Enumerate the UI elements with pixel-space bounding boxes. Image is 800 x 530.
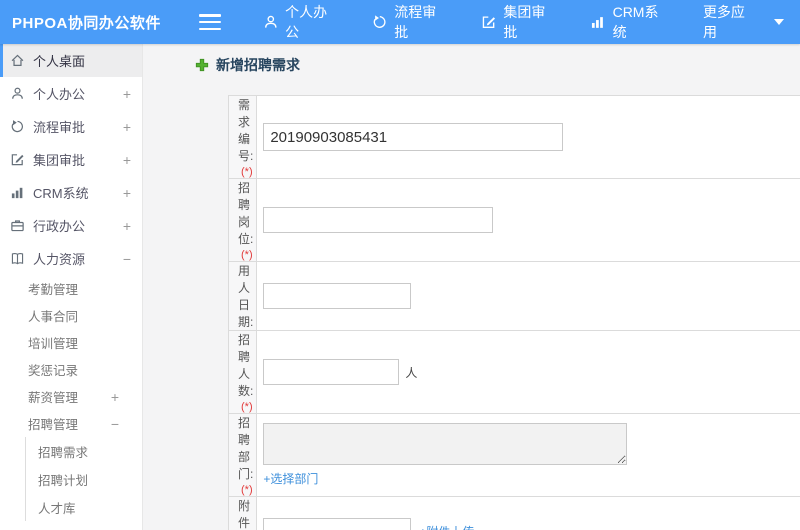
process-icon xyxy=(373,15,386,28)
briefcase-icon xyxy=(11,220,24,232)
field-label: 附件文档: xyxy=(238,499,251,530)
sidebar-item-label: 奖惩记录 xyxy=(28,364,79,378)
expand-plus-icon[interactable]: + xyxy=(123,119,131,135)
nav-label: 集团审批 xyxy=(503,4,546,40)
home-icon xyxy=(11,54,24,66)
sidebar-item-label: 培训管理 xyxy=(28,337,79,351)
expand-plus-icon[interactable]: + xyxy=(123,86,131,102)
sidebar-item-hr-contract[interactable]: 人事合同 xyxy=(0,302,142,329)
hire-date-input[interactable] xyxy=(263,283,412,309)
sidebar-item-label: 招聘管理 xyxy=(28,418,79,432)
main-content: 新增招聘需求 需求编号: (*) 招聘岗位: (*) 用人日期: 招聘人数: (*) … xyxy=(143,44,800,530)
sidebar-item-training[interactable]: 培训管理 xyxy=(0,329,142,356)
field-label: 招聘部门: xyxy=(238,416,254,481)
sidebar-item-label: CRM系统 xyxy=(33,186,89,201)
required-mark: (*) xyxy=(241,484,253,496)
sidebar-item-attendance[interactable]: 考勤管理 xyxy=(0,275,142,302)
nav-label: 个人办公 xyxy=(285,4,328,40)
expand-plus-icon[interactable]: + xyxy=(123,152,131,168)
form-row-demand-number: 需求编号: (*) xyxy=(227,95,800,179)
attachment-input[interactable] xyxy=(263,518,412,530)
nav-more-apps[interactable]: 更多应用 xyxy=(687,0,800,44)
upload-attachment-link[interactable]: +附件上传 xyxy=(419,523,474,530)
nav-personal-office[interactable]: 个人办公 xyxy=(247,0,356,44)
sidebar-item-salary[interactable]: 薪资管理 + xyxy=(0,383,142,410)
unit-suffix: 人 xyxy=(405,365,418,380)
edit-square-icon xyxy=(482,16,495,29)
book-icon xyxy=(11,253,24,265)
sidebar-item-label: 人事合同 xyxy=(28,310,79,324)
field-label: 招聘人数: xyxy=(238,333,254,398)
recruitment-form: 需求编号: (*) 招聘岗位: (*) 用人日期: 招聘人数: (*) 人 招聘部门:… xyxy=(227,95,800,530)
headcount-input[interactable] xyxy=(263,359,400,385)
expand-plus-icon[interactable]: + xyxy=(123,185,131,201)
field-label: 招聘岗位: xyxy=(238,181,254,246)
department-textarea[interactable] xyxy=(263,423,628,465)
chevron-down-icon xyxy=(774,19,784,25)
sidebar-item-personal-office[interactable]: 个人办公 + xyxy=(0,77,142,110)
sidebar-item-recruit-plan[interactable]: 招聘计划 xyxy=(26,465,142,493)
sidebar-item-label: 个人办公 xyxy=(33,87,86,102)
top-navigation: 个人办公 流程审批 集团审批 CRM系统 更多应用 xyxy=(247,0,800,44)
nav-label: 更多应用 xyxy=(702,4,745,40)
sidebar-item-label: 招聘需求 xyxy=(38,445,89,460)
nav-group-approval[interactable]: 集团审批 xyxy=(465,0,574,44)
sidebar-item-label: 薪资管理 xyxy=(28,391,79,405)
demand-number-input[interactable] xyxy=(263,123,564,151)
recruitment-submenu: 招聘需求 招聘计划 人才库 xyxy=(25,437,142,521)
sidebar-item-process-approval[interactable]: 流程审批 + xyxy=(0,110,142,143)
required-mark: (*) xyxy=(241,249,253,261)
bar-chart-icon xyxy=(591,17,603,28)
form-row-headcount: 招聘人数: (*) 人 xyxy=(227,330,800,414)
sidebar-item-label: 招聘计划 xyxy=(38,473,89,488)
expand-minus-icon[interactable]: − xyxy=(123,251,131,267)
nav-process-approval[interactable]: 流程审批 xyxy=(356,0,465,44)
page-title: 新增招聘需求 xyxy=(195,55,300,75)
required-mark: (*) xyxy=(241,166,253,178)
sidebar-item-admin-office[interactable]: 行政办公 + xyxy=(0,209,142,242)
sidebar-item-label: 集团审批 xyxy=(33,153,86,168)
position-input[interactable] xyxy=(263,207,494,233)
edit-square-icon xyxy=(11,154,24,166)
nav-label: 流程审批 xyxy=(394,4,437,40)
form-row-hire-date: 用人日期: xyxy=(227,261,800,331)
person-icon xyxy=(12,87,23,99)
sidebar-item-label: 人力资源 xyxy=(33,252,86,267)
sidebar-item-group-approval[interactable]: 集团审批 + xyxy=(0,143,142,176)
expand-plus-icon[interactable]: + xyxy=(111,389,119,405)
sidebar-item-talent-pool[interactable]: 人才库 xyxy=(26,493,142,521)
form-row-attachment: 附件文档: +附件上传 xyxy=(227,496,800,530)
sidebar-item-crm[interactable]: CRM系统 + xyxy=(0,176,142,209)
sidebar-item-label: 个人桌面 xyxy=(33,54,86,69)
form-row-position: 招聘岗位: (*) xyxy=(227,178,800,262)
field-label: 需求编号: xyxy=(238,98,254,163)
person-icon xyxy=(264,15,277,28)
sidebar-item-label: 行政办公 xyxy=(33,219,86,234)
process-icon xyxy=(11,120,23,133)
nav-crm-system[interactable]: CRM系统 xyxy=(574,0,687,44)
sidebar-item-label: 人才库 xyxy=(38,501,76,516)
sidebar-item-rewards[interactable]: 奖惩记录 xyxy=(0,356,142,383)
nav-label: CRM系统 xyxy=(612,4,659,40)
sidebar-item-human-resources[interactable]: 人力资源 − xyxy=(0,242,142,275)
bar-chart-icon xyxy=(11,187,23,199)
expand-plus-icon[interactable]: + xyxy=(123,218,131,234)
menu-icon[interactable] xyxy=(198,14,221,30)
form-row-department: 招聘部门: (*) +选择部门 xyxy=(227,413,800,497)
expand-minus-icon[interactable]: − xyxy=(111,416,119,432)
app-logo: PHPOA协同办公软件 xyxy=(12,14,161,32)
select-department-link[interactable]: +选择部门 xyxy=(263,470,318,487)
field-label: 用人日期: xyxy=(238,264,254,329)
sidebar-item-label: 考勤管理 xyxy=(28,283,79,297)
sidebar-item-recruit-demand[interactable]: 招聘需求 xyxy=(26,437,142,465)
sidebar-item-recruitment[interactable]: 招聘管理 − xyxy=(0,410,142,437)
required-mark: (*) xyxy=(241,401,253,413)
sidebar-item-personal-desktop[interactable]: 个人桌面 xyxy=(0,44,142,77)
sidebar: 个人桌面 个人办公 + 流程审批 + 集团审批 + CRM系统 + 行政办公 +… xyxy=(0,44,143,530)
top-header: PHPOA协同办公软件 个人办公 流程审批 集团审批 CRM系统 更多应用 xyxy=(0,0,800,44)
sidebar-item-label: 流程审批 xyxy=(33,120,86,135)
add-plus-icon xyxy=(195,58,209,72)
